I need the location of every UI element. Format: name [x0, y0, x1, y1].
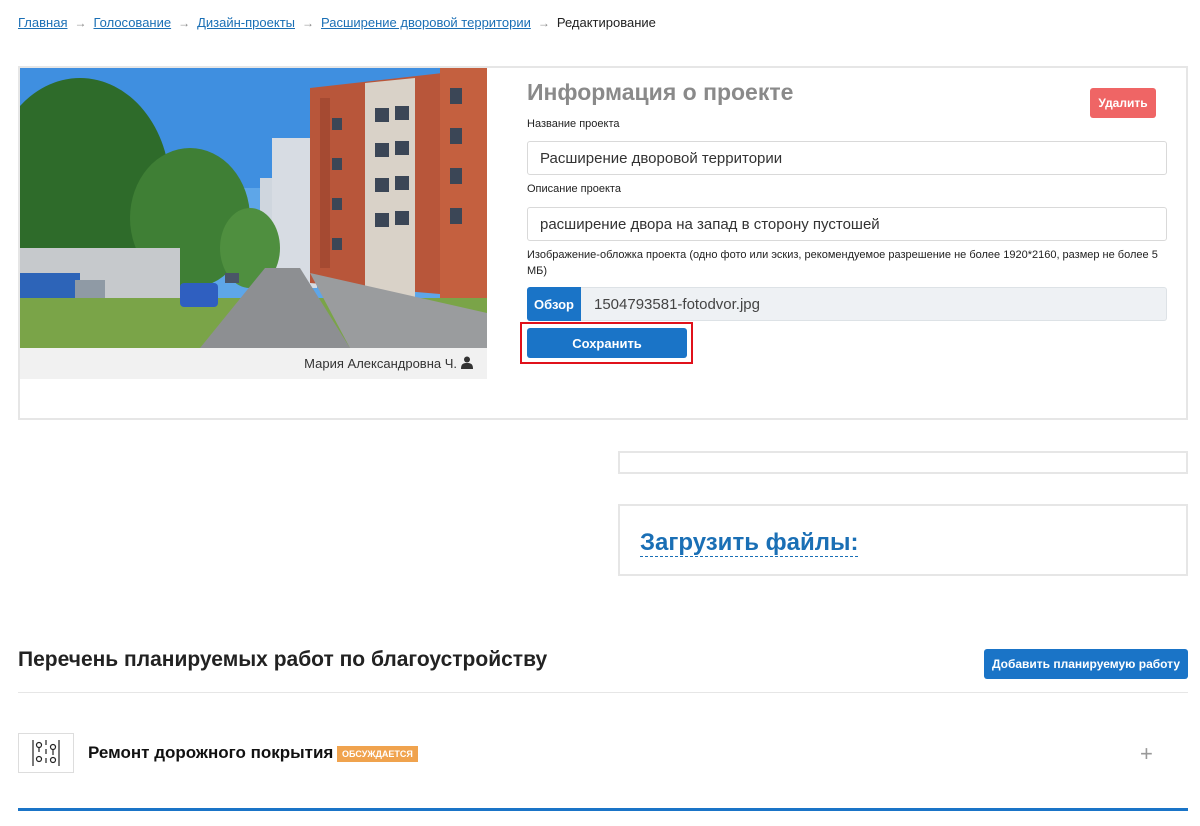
breadcrumb-voting[interactable]: Голосование [93, 15, 171, 30]
project-name-label: Название проекта [527, 118, 620, 130]
road-repair-icon [18, 733, 74, 773]
section-bottom-bar [18, 808, 1188, 811]
cover-file-picker: Обзор 1504793581-fotodvor.jpg [527, 287, 1167, 321]
planned-works-title: Перечень планируемых работ по благоустро… [18, 648, 548, 671]
breadcrumb: Главная → Голосование → Дизайн-проекты →… [18, 15, 656, 30]
breadcrumb-current: Редактирование [556, 15, 656, 30]
breadcrumb-separator: → [537, 15, 550, 30]
project-cover-photo [20, 68, 487, 348]
upload-files-link[interactable]: Загрузить файлы: [640, 530, 859, 557]
planned-work-name: Ремонт дорожного покрытия [88, 743, 334, 762]
breadcrumb-project[interactable]: Расширение дворовой территории [321, 15, 531, 30]
photo-author-name: Мария Александровна Ч. [304, 356, 457, 371]
project-description-field[interactable]: расширение двора на запад в сторону пуст… [527, 207, 1167, 241]
expand-plus-icon[interactable]: + [1140, 743, 1153, 765]
save-button[interactable]: Сохранить [527, 328, 687, 358]
breadcrumb-separator: → [178, 15, 191, 30]
section-divider [18, 692, 1188, 693]
breadcrumb-separator: → [74, 15, 87, 30]
add-planned-work-button[interactable]: Добавить планируемую работу [984, 649, 1188, 679]
browse-button[interactable]: Обзор [527, 287, 581, 321]
cover-file-name[interactable]: 1504793581-fotodvor.jpg [581, 287, 1167, 321]
project-photo-image [20, 68, 487, 348]
user-icon [461, 356, 473, 372]
project-name-field[interactable]: Расширение дворовой территории [527, 141, 1167, 175]
breadcrumb-separator: → [302, 15, 314, 30]
breadcrumb-home[interactable]: Главная [18, 15, 67, 30]
breadcrumb-design-projects[interactable]: Дизайн-проекты [197, 15, 295, 30]
project-edit-card: Мария Александровна Ч. Информация о прое… [18, 66, 1188, 420]
empty-panel [618, 451, 1188, 474]
project-photo-panel: Мария Александровна Ч. [20, 68, 487, 379]
delete-button[interactable]: Удалить [1090, 88, 1156, 118]
project-info-title: Информация о проекте [527, 79, 794, 105]
project-description-label: Описание проекта [527, 183, 621, 195]
planned-work-item[interactable]: Ремонт дорожного покрытия ОБСУЖДАЕТСЯ + [18, 733, 1188, 775]
photo-author-caption: Мария Александровна Ч. [20, 348, 487, 379]
status-badge: ОБСУЖДАЕТСЯ [337, 746, 418, 762]
project-cover-label: Изображение-обложка проекта (одно фото и… [527, 249, 1158, 277]
upload-files-panel: Загрузить файлы: [618, 504, 1188, 576]
